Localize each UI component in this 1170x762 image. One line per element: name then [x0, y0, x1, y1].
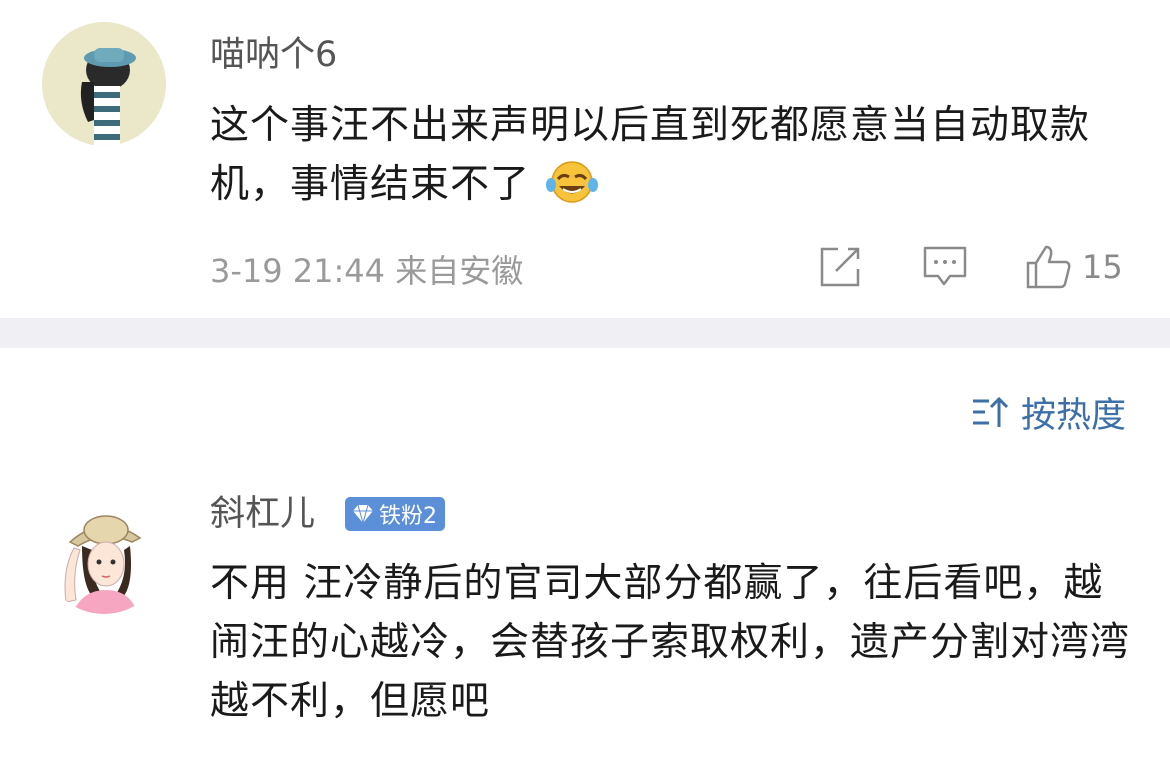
like-count: 15 [1082, 248, 1123, 286]
comment-meta: 3-19 21:44 来自安徽 [210, 252, 524, 290]
laugh-cry-emoji [545, 159, 599, 222]
fan-badge: 铁粉2 [345, 497, 445, 531]
comment-text-content: 这个事汪不出来声明以后直到死都愿意当自动取款机，事情结束不了 [210, 103, 1091, 207]
username[interactable]: 喵呐个6 [210, 33, 337, 77]
comment-item: 喵呐个6 这个事汪不出来声明以后直到死都愿意当自动取款机，事情结束不了 3-19… [0, 0, 1170, 318]
like-button[interactable]: 15 [1024, 240, 1123, 294]
username[interactable]: 斜杠儿 [210, 492, 315, 536]
share-icon [820, 247, 860, 287]
badge-label: 铁粉2 [379, 504, 437, 529]
avatar[interactable] [42, 22, 166, 146]
sort-icon [972, 396, 1009, 427]
diamond-icon [353, 504, 373, 525]
section-divider [0, 318, 1170, 348]
comment-icon [923, 246, 967, 286]
reply-button[interactable] [922, 240, 968, 294]
comment-item: 斜杠儿 铁粉2 不用 汪冷静后的官司大部分都赢了，往后看吧，越闹汪的心越冷，会替… [0, 470, 1170, 762]
sort-by-hot-button[interactable]: 按热度 [971, 385, 1126, 439]
sort-label: 按热度 [1020, 395, 1126, 436]
comment-text: 不用 汪冷静后的官司大部分都赢了，往后看吧，越闹汪的心越冷，会替孩子索取权利，遗… [210, 561, 1131, 724]
thumbs-up-icon [1026, 245, 1071, 289]
avatar[interactable] [42, 490, 166, 614]
comment-text: 这个事汪不出来声明以后直到死都愿意当自动取款机，事情结束不了 [210, 96, 1130, 222]
share-button[interactable] [818, 240, 862, 294]
